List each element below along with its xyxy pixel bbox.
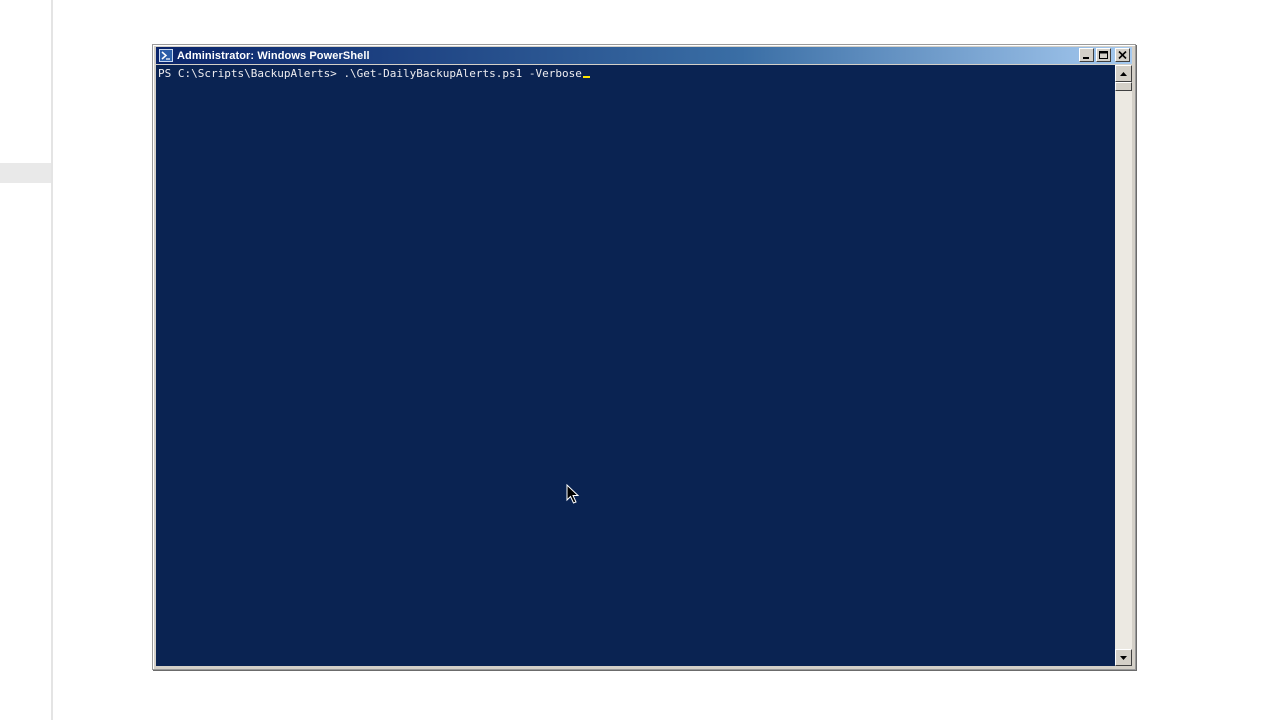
- text-cursor: [582, 76, 590, 78]
- console-output[interactable]: PS C:\Scripts\BackupAlerts> .\Get-DailyB…: [156, 65, 1115, 666]
- scroll-down-button[interactable]: [1115, 649, 1132, 666]
- desktop: Administrator: Windows PowerShell PS C:\…: [0, 0, 1280, 720]
- console-prompt: PS C:\Scripts\BackupAlerts>: [158, 67, 344, 80]
- minimize-button[interactable]: [1079, 48, 1094, 62]
- minimize-icon: [1083, 57, 1089, 59]
- left-panel-highlight: [0, 163, 51, 183]
- scroll-thumb[interactable]: [1115, 82, 1132, 91]
- left-panel-divider: [51, 0, 53, 720]
- scroll-up-button[interactable]: [1115, 65, 1132, 82]
- vertical-scrollbar[interactable]: [1115, 65, 1132, 666]
- close-button[interactable]: [1115, 48, 1130, 62]
- title-bar[interactable]: Administrator: Windows PowerShell: [156, 47, 1132, 64]
- maximize-button[interactable]: [1096, 48, 1111, 62]
- console-prompt-line: PS C:\Scripts\BackupAlerts> .\Get-DailyB…: [158, 67, 590, 80]
- window-title: Administrator: Windows PowerShell: [177, 49, 370, 62]
- close-icon: [1118, 51, 1127, 59]
- arrow-down-icon: [1120, 655, 1127, 660]
- console-command: .\Get-DailyBackupAlerts.ps1 -Verbose: [343, 67, 582, 80]
- powershell-icon[interactable]: [159, 49, 173, 62]
- mouse-pointer-icon: [566, 484, 580, 504]
- window-controls: [1079, 48, 1130, 62]
- maximize-icon: [1099, 51, 1108, 59]
- arrow-up-icon: [1120, 71, 1127, 76]
- powershell-window[interactable]: Administrator: Windows PowerShell PS C:\…: [152, 44, 1136, 670]
